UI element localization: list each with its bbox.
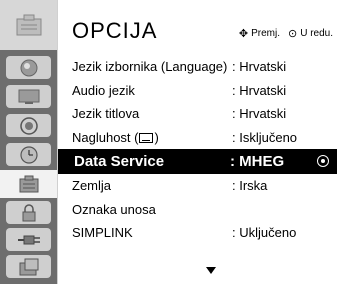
- sidebar-item-lock[interactable]: [6, 201, 51, 224]
- option-label: Oznaka unosa: [72, 201, 156, 217]
- option-icon: [19, 175, 38, 193]
- input-icon: [17, 235, 40, 244]
- screen-icon: [18, 89, 39, 104]
- option-row-data-service[interactable]: Data Service : MHEG: [58, 149, 337, 174]
- option-label: Data Service: [74, 153, 165, 170]
- scroll-down-arrow-icon[interactable]: [206, 267, 216, 274]
- picture-icon: [20, 59, 37, 76]
- option-header-icon: [16, 14, 41, 36]
- option-value: : Irska: [232, 178, 268, 194]
- option-value: : Hrvatski: [232, 59, 287, 75]
- option-value: : MHEG: [230, 153, 285, 170]
- option-row-subtitle-language[interactable]: Jezik titlova : Hrvatski: [58, 102, 337, 126]
- option-label: Zemlja: [72, 178, 112, 194]
- option-value: : Hrvatski: [232, 82, 287, 98]
- hint-ok-label: U redu.: [300, 28, 333, 39]
- sidebar-item-picture[interactable]: [6, 56, 51, 79]
- option-label: Nagluhost (): [72, 130, 159, 145]
- option-row-hard-of-hearing[interactable]: Nagluhost () : Isključeno: [58, 126, 337, 150]
- lock-icon: [22, 203, 35, 221]
- ok-select-icon: [317, 155, 329, 167]
- sidebar-item-time[interactable]: [6, 143, 51, 166]
- option-row-country[interactable]: Zemlja : Irska: [58, 174, 337, 198]
- option-value: : Isključeno: [232, 129, 298, 145]
- audio-icon: [19, 116, 38, 135]
- setup-icon: [19, 258, 38, 275]
- sidebar-header-icon: [0, 0, 57, 50]
- sidebar-item-input[interactable]: [6, 228, 51, 251]
- option-row-menu-language[interactable]: Jezik izbornika (Language) : Hrvatski: [58, 55, 337, 79]
- ok-button-icon: ⊙: [287, 27, 298, 40]
- sidebar-item-setup[interactable]: [6, 255, 51, 278]
- option-label-close: ): [154, 129, 159, 145]
- menu-header: OPCIJA ✥ Premj. ⊙ U redu.: [58, 0, 337, 52]
- options-list: Jezik izbornika (Language) : Hrvatski Au…: [58, 55, 337, 245]
- sidebar-item-option[interactable]: [0, 170, 57, 198]
- option-row-simplink[interactable]: SIMPLINK : Uključeno: [58, 221, 337, 245]
- category-sidebar: [0, 0, 57, 284]
- time-icon: [19, 145, 38, 164]
- navigate-arrows-icon: ✥: [238, 27, 249, 40]
- subtitle-cc-icon: [139, 132, 154, 143]
- hint-move-label: Premj.: [251, 28, 280, 39]
- option-value: : Hrvatski: [232, 106, 287, 122]
- option-row-audio-language[interactable]: Audio jezik : Hrvatski: [58, 79, 337, 103]
- options-panel: OPCIJA ✥ Premj. ⊙ U redu. Jezik izbornik…: [58, 0, 337, 284]
- navigation-hint: ✥ Premj. ⊙ U redu.: [239, 28, 333, 39]
- option-label: Audio jezik: [72, 82, 135, 98]
- option-label: SIMPLINK: [72, 225, 133, 241]
- sidebar-item-screen[interactable]: [6, 85, 51, 108]
- sidebar-item-audio[interactable]: [6, 114, 51, 137]
- option-label: Jezik izbornika (Language): [72, 59, 228, 75]
- option-value: : Uključeno: [232, 225, 297, 241]
- option-label-text: Nagluhost (: [72, 129, 139, 145]
- option-label: Jezik titlova: [72, 106, 140, 122]
- options-menu-window: OPCIJA ✥ Premj. ⊙ U redu. Jezik izbornik…: [0, 0, 337, 284]
- page-title: OPCIJA: [72, 18, 158, 43]
- option-row-input-label[interactable]: Oznaka unosa: [58, 198, 337, 222]
